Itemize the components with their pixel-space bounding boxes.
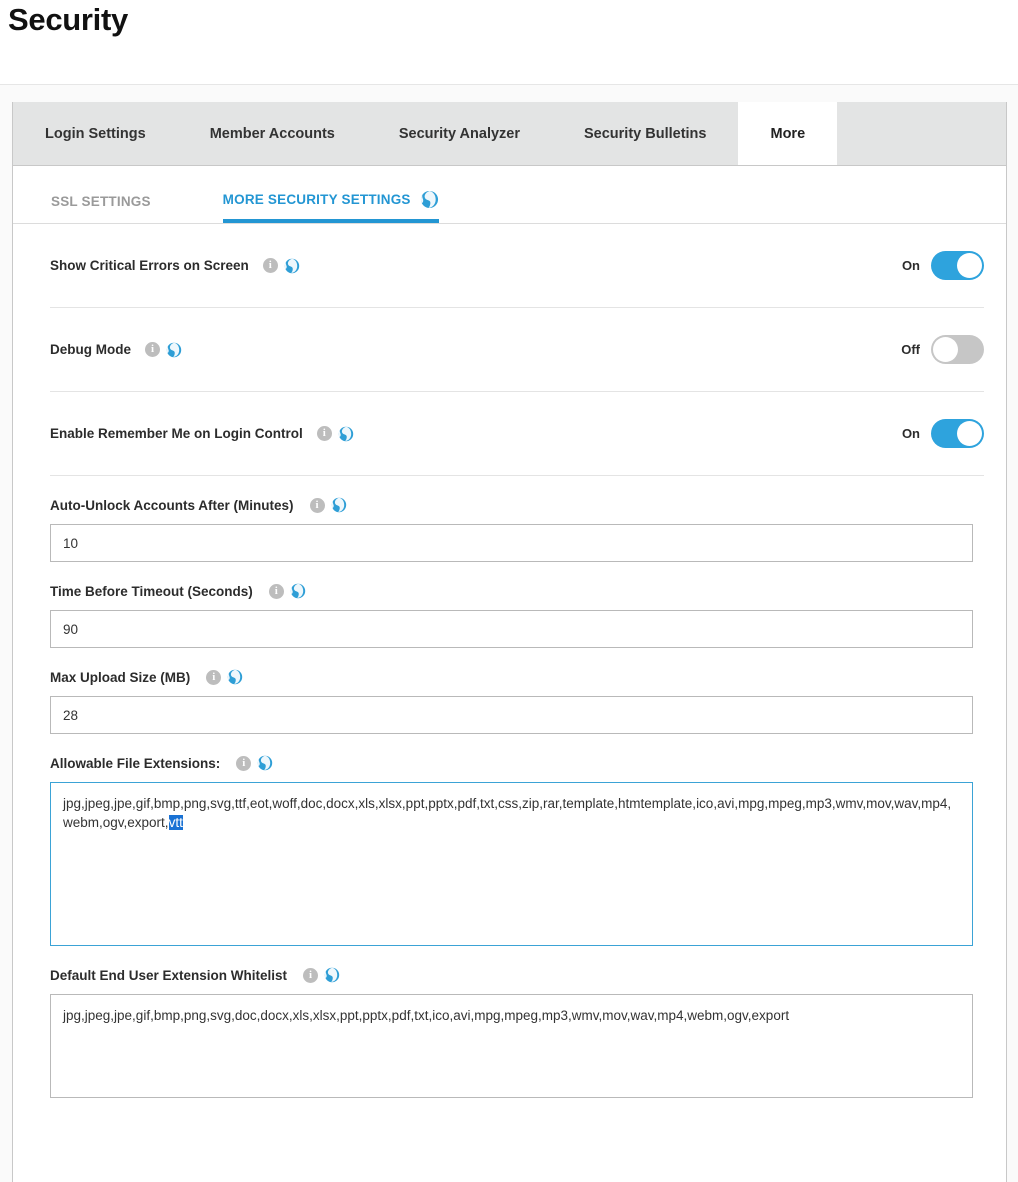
globe-localization-icon[interactable] [331, 497, 347, 513]
info-icon[interactable]: i [206, 669, 222, 685]
toggle-knob [957, 421, 982, 446]
field-row-allowable-extensions: Allowable File Extensions: i jpg,jpeg,jp… [50, 734, 984, 946]
toggle-state-label: On [901, 258, 920, 273]
toggle-remember-me[interactable] [931, 419, 984, 448]
auto-unlock-minutes-input[interactable] [50, 524, 973, 562]
toggle-wrap-debug-mode: Off [901, 335, 984, 364]
setting-row-debug-mode: Debug Mode i Off [50, 308, 984, 392]
default-whitelist-text: jpg,jpeg,jpe,gif,bmp,png,svg,doc,docx,xl… [63, 1008, 790, 1023]
toggle-debug-mode[interactable] [931, 335, 984, 364]
allowable-file-extensions-textarea[interactable]: jpg,jpeg,jpe,gif,bmp,png,svg,ttf,eot,wof… [50, 782, 973, 946]
label-text: Enable Remember Me on Login Control [50, 426, 303, 441]
timeout-seconds-input[interactable] [50, 610, 973, 648]
settings-form: Show Critical Errors on Screen i On Debu… [13, 224, 1006, 1098]
setting-row-remember-me: Enable Remember Me on Login Control i On [50, 392, 984, 476]
tab-strip-filler [837, 102, 1006, 165]
info-icon[interactable]: i [262, 258, 278, 273]
globe-localization-icon[interactable] [284, 258, 300, 274]
globe-localization-icon[interactable] [290, 583, 306, 599]
help-icons: i [303, 967, 340, 983]
field-label-auto-unlock: Auto-Unlock Accounts After (Minutes) i [50, 497, 984, 513]
toggle-state-label: Off [901, 342, 920, 357]
subtab-more-security-settings-label: MORE SECURITY SETTINGS [222, 192, 411, 207]
subtab-ssl-settings[interactable]: SSL SETTINGS [51, 194, 151, 223]
toggle-show-critical-errors[interactable] [931, 251, 984, 280]
globe-localization-icon[interactable] [420, 190, 439, 209]
label-text: Allowable File Extensions: [50, 755, 221, 771]
max-upload-size-input[interactable] [50, 696, 973, 734]
help-icons: i [262, 258, 300, 274]
label-text: Max Upload Size (MB) [50, 669, 191, 685]
default-end-user-extension-whitelist-textarea[interactable]: jpg,jpeg,jpe,gif,bmp,png,svg,doc,docx,xl… [50, 994, 973, 1098]
field-row-auto-unlock: Auto-Unlock Accounts After (Minutes) i [50, 476, 984, 562]
label-text: Auto-Unlock Accounts After (Minutes) [50, 497, 294, 513]
secondary-tab-strip: SSL SETTINGS MORE SECURITY SETTINGS [13, 166, 1006, 224]
label-text: Debug Mode [50, 342, 131, 357]
toggle-wrap-show-critical-errors: On [902, 251, 984, 280]
help-icons: i [309, 497, 347, 513]
help-icons: i [206, 669, 243, 685]
tab-login-settings[interactable]: Login Settings [13, 102, 178, 165]
info-icon[interactable]: i [303, 967, 319, 983]
tab-member-accounts[interactable]: Member Accounts [178, 102, 367, 165]
info-icon[interactable]: i [236, 755, 252, 771]
page-header: Security [0, 0, 1018, 84]
setting-label-debug-mode: Debug Mode i [50, 342, 182, 358]
globe-localization-icon[interactable] [338, 426, 354, 442]
label-text: Show Critical Errors on Screen [50, 258, 249, 273]
setting-row-show-critical-errors: Show Critical Errors on Screen i On [50, 224, 984, 308]
field-label-allowable-extensions: Allowable File Extensions: i [50, 755, 984, 771]
label-text: Default End User Extension Whitelist [50, 967, 288, 983]
globe-localization-icon[interactable] [166, 342, 182, 358]
toggle-wrap-remember-me: On [902, 419, 984, 448]
tab-security-bulletins[interactable]: Security Bulletins [552, 102, 738, 165]
subtab-more-security-settings[interactable]: MORE SECURITY SETTINGS [222, 190, 439, 223]
setting-label-show-critical-errors: Show Critical Errors on Screen i [50, 258, 300, 274]
field-label-default-whitelist: Default End User Extension Whitelist i [50, 967, 984, 983]
primary-tab-strip: Login Settings Member Accounts Security … [13, 102, 1006, 166]
info-icon[interactable]: i [316, 426, 332, 441]
globe-localization-icon[interactable] [257, 755, 273, 771]
page-title: Security [8, 2, 128, 37]
content-region: Login Settings Member Accounts Security … [0, 84, 1018, 1182]
tab-security-analyzer[interactable]: Security Analyzer [367, 102, 552, 165]
field-label-max-upload: Max Upload Size (MB) i [50, 669, 984, 685]
toggle-knob [957, 253, 982, 278]
field-row-max-upload: Max Upload Size (MB) i [50, 648, 984, 734]
help-icons: i [236, 755, 273, 771]
allowable-extensions-text: jpg,jpeg,jpe,gif,bmp,png,svg,ttf,eot,wof… [63, 796, 952, 830]
help-icons: i [316, 426, 354, 442]
field-row-default-whitelist: Default End User Extension Whitelist i j… [50, 946, 984, 1098]
info-icon[interactable]: i [268, 583, 284, 599]
label-text: Time Before Timeout (Seconds) [50, 583, 253, 599]
info-icon[interactable]: i [309, 497, 325, 513]
subtab-ssl-settings-label: SSL SETTINGS [51, 194, 151, 209]
globe-localization-icon[interactable] [324, 967, 340, 983]
help-icons: i [268, 583, 306, 599]
setting-label-remember-me: Enable Remember Me on Login Control i [50, 426, 354, 442]
info-icon[interactable]: i [145, 342, 160, 357]
security-settings-module: Login Settings Member Accounts Security … [12, 102, 1007, 1182]
field-row-timeout: Time Before Timeout (Seconds) i [50, 562, 984, 648]
toggle-knob [933, 337, 958, 362]
tab-more[interactable]: More [738, 102, 838, 165]
globe-localization-icon[interactable] [227, 669, 243, 685]
field-label-timeout: Time Before Timeout (Seconds) i [50, 583, 984, 599]
allowable-extensions-selected-text: vtt [168, 815, 183, 830]
toggle-state-label: On [901, 426, 920, 441]
help-icons: i [145, 342, 182, 358]
